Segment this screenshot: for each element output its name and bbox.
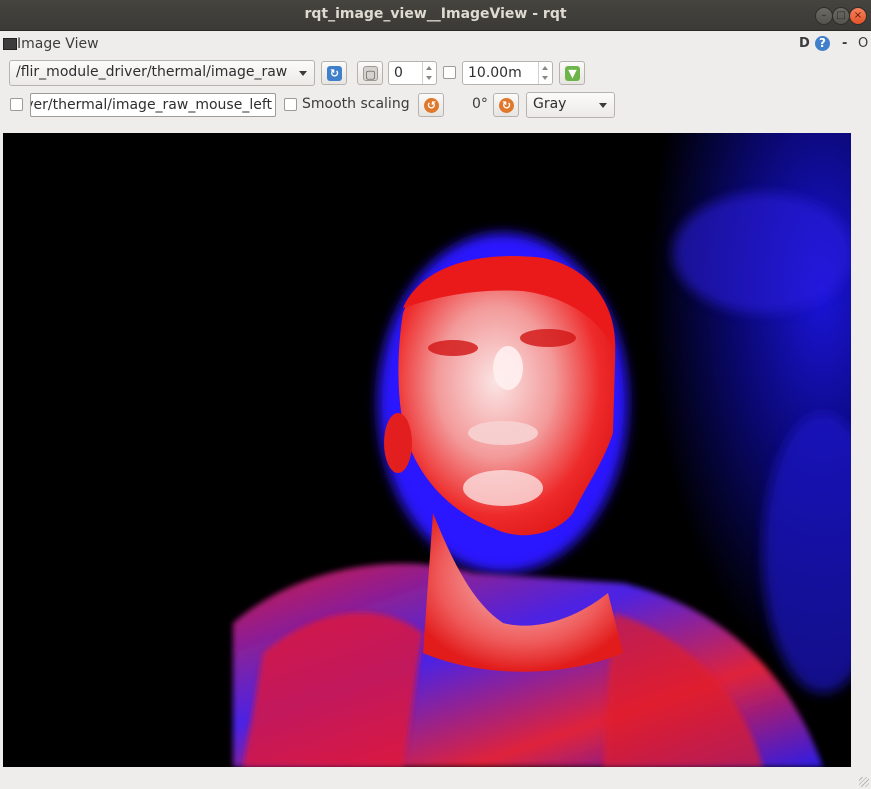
- panel-close-button[interactable]: O: [858, 36, 868, 51]
- thermal-image-view[interactable]: [3, 133, 851, 767]
- panel-icon: [3, 38, 17, 50]
- frame-spinbox-value: 0: [394, 65, 403, 81]
- topic-select-value: /flir_module_driver/thermal/image_raw: [16, 64, 288, 80]
- save-image-button[interactable]: ▼: [559, 61, 585, 85]
- resize-grip-icon[interactable]: [859, 777, 869, 787]
- colormap-select[interactable]: Gray: [526, 92, 615, 118]
- rotate-left-icon: ↺: [424, 98, 439, 113]
- rotate-right-button[interactable]: ↻: [493, 93, 519, 117]
- colormap-select-value: Gray: [533, 96, 567, 112]
- window-titlebar: – □ × rqt_image_view__ImageView - rqt: [0, 0, 871, 31]
- chevron-down-icon: [299, 71, 307, 76]
- mouse-topic-field[interactable]: ver/thermal/image_raw_mouse_left: [30, 93, 276, 117]
- topic-select[interactable]: /flir_module_driver/thermal/image_raw: [9, 60, 315, 86]
- spin-up-icon[interactable]: [542, 66, 548, 70]
- smooth-scaling-label: Smooth scaling: [302, 96, 410, 112]
- panel-title: Image View: [17, 36, 99, 52]
- spin-up-icon[interactable]: [426, 66, 432, 70]
- save-icon: ▼: [565, 66, 580, 81]
- spin-down-icon[interactable]: [426, 76, 432, 80]
- dock-d-button[interactable]: D: [799, 36, 813, 52]
- mouse-topic-value: ver/thermal/image_raw_mouse_left: [30, 97, 272, 113]
- panel-minimize-button[interactable]: -: [842, 36, 847, 51]
- zoom-fit-button[interactable]: ▢: [357, 61, 383, 85]
- spin-down-icon[interactable]: [542, 76, 548, 80]
- duration-spinbox-value: 10.00m: [468, 65, 522, 81]
- duration-spinbox[interactable]: 10.00m: [462, 61, 553, 85]
- duration-checkbox[interactable]: [443, 66, 456, 79]
- rotate-left-button[interactable]: ↺: [418, 93, 444, 117]
- chevron-down-icon: [599, 103, 607, 108]
- thermal-image: [3, 133, 851, 767]
- rotation-label: 0°: [472, 96, 488, 112]
- refresh-icon: ↻: [327, 66, 342, 81]
- refresh-button[interactable]: ↻: [321, 61, 347, 85]
- rotate-right-icon: ↻: [499, 98, 514, 113]
- help-icon[interactable]: ?: [815, 36, 830, 51]
- zoom-fit-icon: ▢: [363, 66, 378, 81]
- mouse-publish-checkbox[interactable]: [10, 98, 23, 111]
- frame-spinbox[interactable]: 0: [388, 61, 437, 85]
- window-title: rqt_image_view__ImageView - rqt: [304, 6, 567, 22]
- status-bar: [0, 767, 871, 789]
- smooth-scaling-checkbox[interactable]: [284, 98, 297, 111]
